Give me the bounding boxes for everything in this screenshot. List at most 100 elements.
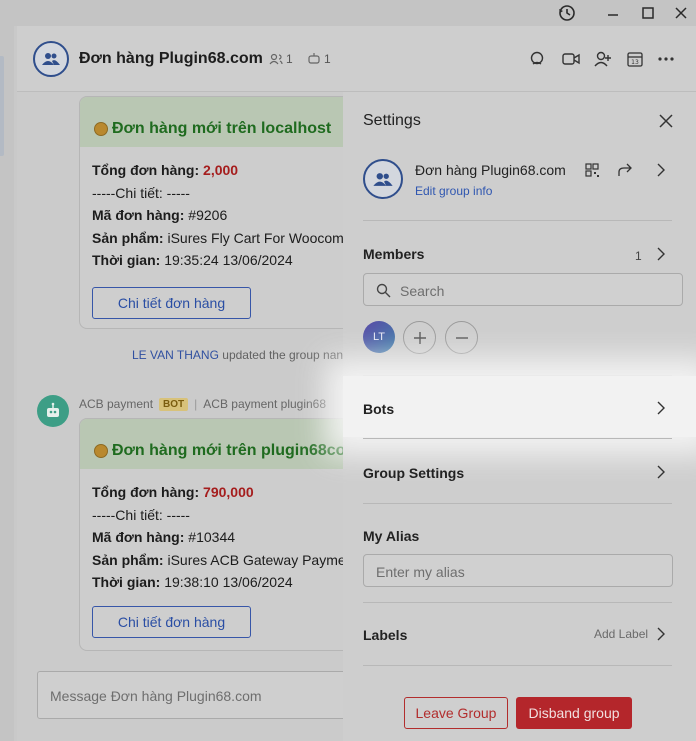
calendar-icon[interactable]: 13 — [624, 48, 646, 70]
chevron-right-icon[interactable] — [652, 161, 670, 179]
left-sidebar-edge — [0, 26, 14, 741]
bot-avatar-icon[interactable] — [37, 395, 69, 427]
add-member-icon[interactable] — [592, 48, 614, 70]
qr-code-icon[interactable] — [583, 161, 601, 179]
sidebar-selection-indicator — [0, 56, 4, 156]
divider — [363, 503, 672, 504]
message-input[interactable]: Message Đơn hàng Plugin68.com — [37, 671, 367, 719]
maximize-icon[interactable] — [637, 2, 659, 24]
order-detail-button[interactable]: Chi tiết đơn hàng — [92, 606, 251, 638]
group-name: Đơn hàng Plugin68.com — [415, 162, 566, 178]
order-label: Mã đơn hàng — [92, 529, 180, 545]
minus-icon — [455, 336, 468, 339]
chevron-right-icon[interactable] — [654, 465, 668, 479]
chat-title: Đơn hàng Plugin68.com — [79, 50, 263, 67]
bot-sender-meta: ACB payment BOT | ACB payment plugin68 — [79, 397, 327, 411]
order-value: #10344 — [188, 529, 236, 545]
total-label: Tổng đơn hàng — [92, 484, 195, 500]
detail-line: -----Chi tiết: ----- — [92, 506, 190, 523]
plus-icon — [413, 331, 426, 344]
more-options-icon[interactable] — [655, 48, 677, 70]
message-input-placeholder: Message Đơn hàng Plugin68.com — [50, 688, 262, 704]
total-value: 2,000 — [203, 162, 239, 178]
coin-icon — [94, 444, 108, 458]
bot-count-label: 1 — [324, 52, 331, 66]
members-icon — [269, 53, 283, 65]
bot-sender-name: ACB payment — [79, 397, 154, 411]
members-label[interactable]: Members — [363, 246, 424, 262]
minimize-icon[interactable] — [602, 2, 624, 24]
group-avatar-icon[interactable] — [33, 41, 69, 77]
history-icon[interactable] — [556, 2, 578, 24]
settings-title: Settings — [363, 112, 421, 129]
video-call-icon[interactable] — [560, 48, 582, 70]
labels-label: Labels — [363, 627, 408, 643]
card-body: Tổng đơn hàng: 790,000 -----Chi tiết: --… — [80, 469, 378, 594]
detail-line: -----Chi tiết: ----- — [92, 184, 190, 201]
time-value: 19:38:10 13/06/2024 — [164, 574, 293, 590]
add-label-button[interactable]: Add Label — [594, 627, 648, 641]
time-label: Thời gian — [92, 574, 156, 590]
time-label: Thời gian — [92, 252, 156, 268]
share-icon[interactable] — [617, 161, 635, 179]
svg-text:13: 13 — [631, 59, 639, 66]
system-message: LE VAN THANG updated the group nan — [132, 348, 343, 362]
bot-badge: BOT — [159, 397, 189, 411]
time-value: 19:35:24 13/06/2024 — [164, 252, 293, 268]
order-message-card: Đơn hàng mới trên localhost Tổng đơn hàn… — [79, 96, 379, 329]
total-label: Tổng đơn hàng — [92, 162, 195, 178]
member-avatar[interactable]: LT — [363, 321, 395, 353]
card-title: Đơn hàng mới trên localhost — [80, 97, 378, 147]
card-title: Đơn hàng mới trên plugin68co — [80, 419, 378, 469]
settings-panel: Settings Đơn hàng Plugin68.com Edit grou… — [343, 92, 696, 741]
search-icon — [376, 283, 391, 298]
alias-input[interactable]: Enter my alias — [363, 554, 673, 587]
card-title-text: Đơn hàng mới trên plugin68co — [112, 442, 346, 459]
group-avatar-icon[interactable] — [363, 159, 403, 199]
order-detail-button[interactable]: Chi tiết đơn hàng — [92, 287, 251, 319]
chevron-right-icon — [654, 401, 668, 415]
divider — [363, 438, 672, 439]
divider — [363, 220, 672, 221]
members-search-input[interactable]: Search — [363, 273, 683, 306]
add-member-button[interactable] — [403, 321, 436, 354]
group-settings-label[interactable]: Group Settings — [363, 465, 464, 481]
close-window-icon[interactable] — [670, 2, 692, 24]
bot-sender-subtitle: ACB payment plugin68 — [203, 397, 327, 411]
product-value: iSures Fly Cart For Woocom — [167, 229, 344, 246]
window-titlebar — [0, 0, 696, 26]
alias-placeholder: Enter my alias — [376, 564, 465, 580]
system-message-text: updated the group nan — [222, 348, 344, 362]
order-message-card: Đơn hàng mới trên plugin68co Tổng đơn hà… — [79, 418, 379, 651]
bots-row[interactable]: Bots — [343, 376, 696, 437]
product-label: Sản phẩm — [92, 229, 159, 246]
disband-group-button[interactable]: Disband group — [516, 697, 632, 729]
leave-group-button[interactable]: Leave Group — [404, 697, 508, 729]
bot-icon — [308, 53, 320, 64]
total-value: 790,000 — [203, 484, 254, 500]
member-count[interactable]: 1 — [269, 52, 293, 66]
my-alias-label: My Alias — [363, 528, 420, 544]
divider — [363, 665, 672, 666]
close-icon[interactable] — [656, 111, 676, 131]
card-body: Tổng đơn hàng: 2,000 -----Chi tiết: ----… — [80, 147, 378, 272]
edit-group-info-link[interactable]: Edit group info — [415, 184, 492, 198]
coin-icon — [94, 122, 108, 136]
chevron-right-icon[interactable] — [654, 247, 668, 261]
divider — [363, 602, 672, 603]
bots-label: Bots — [363, 401, 395, 417]
product-value: iSures ACB Gateway Payme — [167, 551, 346, 568]
product-label: Sản phẩm — [92, 551, 159, 568]
system-message-user[interactable]: LE VAN THANG — [132, 348, 219, 362]
search-placeholder: Search — [400, 283, 445, 299]
chat-header: Đơn hàng Plugin68.com 1 1 13 — [17, 26, 696, 92]
order-label: Mã đơn hàng — [92, 207, 180, 223]
card-title-text: Đơn hàng mới trên localhost — [112, 120, 332, 137]
member-count-label: 1 — [286, 52, 293, 66]
chevron-right-icon[interactable] — [654, 627, 668, 641]
search-chat-icon[interactable] — [527, 48, 549, 70]
remove-member-button[interactable] — [445, 321, 478, 354]
order-value: #9206 — [188, 207, 228, 223]
bot-count[interactable]: 1 — [307, 52, 331, 66]
members-count: 1 — [635, 249, 642, 263]
